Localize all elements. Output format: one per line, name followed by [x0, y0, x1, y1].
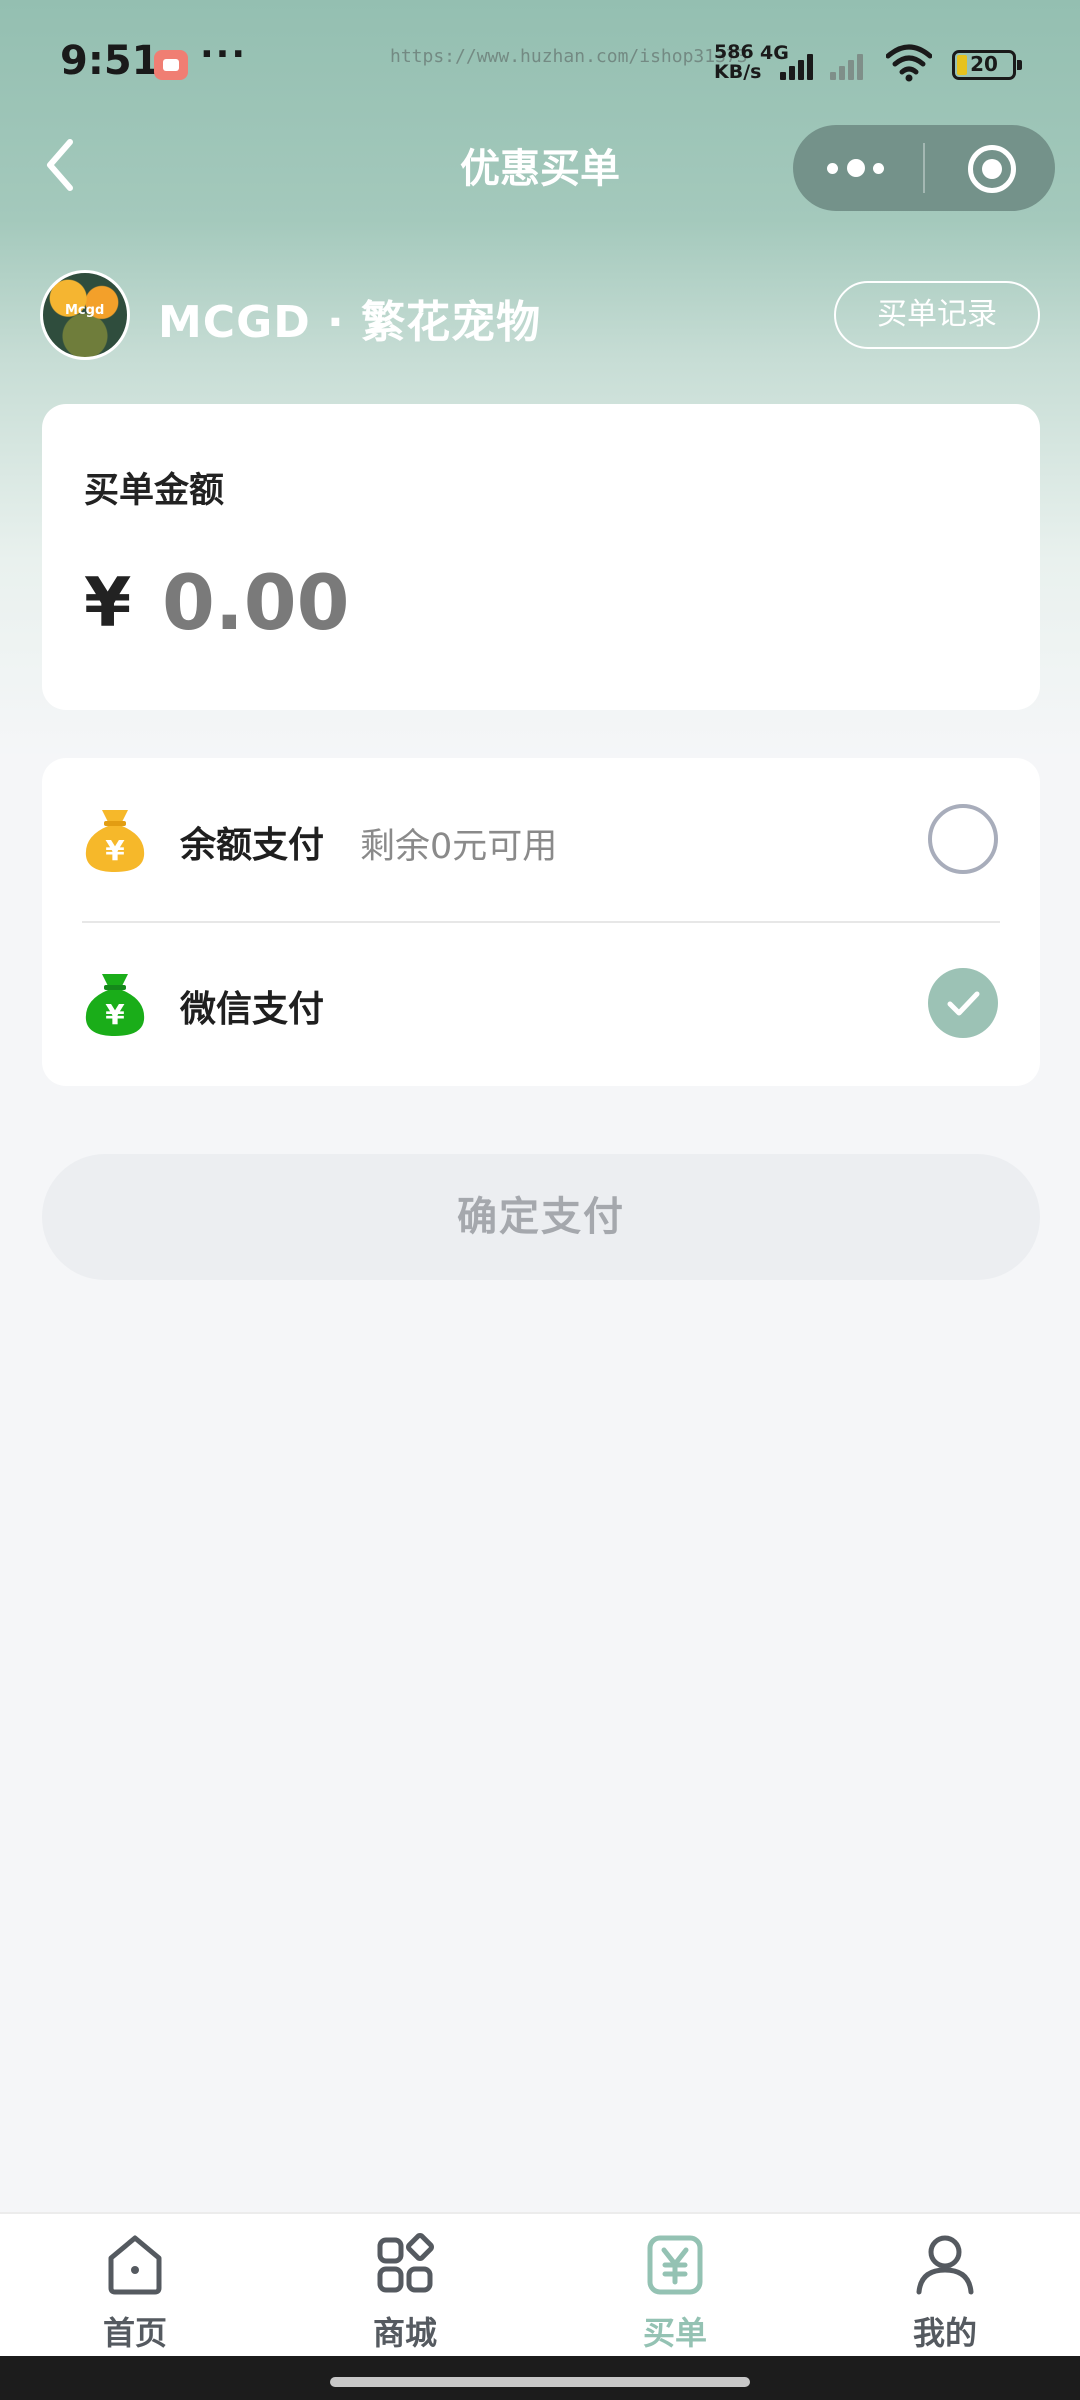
confirm-payment-button[interactable]: 确定支付: [42, 1154, 1040, 1280]
system-navigation-area: [0, 2356, 1080, 2400]
grid-icon: [377, 2233, 434, 2293]
amount-input[interactable]: 0.00: [162, 558, 350, 647]
tab-label: 商城: [372, 2314, 437, 2352]
status-more-dots: ···: [200, 34, 248, 75]
yen-receipt-icon: [647, 2235, 703, 2295]
net-speed-unit: KB/s: [714, 61, 762, 83]
currency-symbol: ¥: [84, 564, 132, 643]
user-icon: [916, 2235, 974, 2295]
status-bar: 9:51 ··· https://www.huzhan.com/ishop313…: [0, 0, 1080, 126]
payment-option-wechat[interactable]: ¥ 微信支付: [42, 922, 1040, 1086]
screen-record-icon: [154, 50, 188, 80]
payment-records-button[interactable]: 买单记录: [834, 281, 1040, 349]
bottom-tab-bar: 首页 商城 买单 我的: [0, 2212, 1080, 2356]
signal-2-icon: [826, 50, 876, 80]
tab-profile[interactable]: 我的: [810, 2214, 1080, 2358]
amount-card[interactable]: 买单金额 ¥ 0.00: [42, 404, 1040, 710]
avatar-logo-text: Mcgd: [65, 303, 105, 318]
svg-text:¥: ¥: [105, 998, 125, 1031]
home-gesture-bar[interactable]: [330, 2377, 750, 2387]
battery-level: 20: [970, 52, 998, 76]
tab-checkout[interactable]: 买单: [540, 2214, 810, 2358]
balance-radio-unchecked[interactable]: [928, 804, 998, 874]
wifi-icon: [886, 44, 932, 82]
green-money-bag-icon: ¥: [85, 974, 145, 1036]
net-speed: 586 KB/s: [714, 42, 761, 82]
store-avatar: Mcgd: [40, 270, 130, 360]
capsule-divider: [923, 143, 925, 193]
tab-label: 我的: [912, 2314, 977, 2352]
yellow-money-bag-icon: ¥: [85, 810, 145, 872]
home-icon: [108, 2235, 162, 2295]
battery-icon: 20: [952, 50, 1022, 80]
payment-method-card: ¥ 余额支付 剩余0元可用 ¥ 微信支付: [42, 758, 1040, 1086]
close-mini-program-button[interactable]: [968, 145, 1016, 193]
store-name: MCGD · 繁花宠物: [158, 297, 542, 348]
payment-option-balance[interactable]: ¥ 余额支付 剩余0元可用: [42, 758, 1040, 922]
amount-label: 买单金额: [84, 471, 225, 511]
tab-label: 首页: [102, 2314, 167, 2352]
signal-icon: [776, 50, 826, 80]
svg-text:¥: ¥: [105, 834, 125, 867]
payment-option-label: 微信支付: [180, 989, 325, 1030]
checkmark-icon: [947, 991, 980, 1016]
mini-program-capsule: [793, 125, 1055, 211]
wechat-radio-checked[interactable]: [928, 968, 998, 1038]
url-watermark: https://www.huzhan.com/ishop31373: [390, 46, 748, 67]
status-time: 9:51: [60, 38, 160, 84]
tab-home[interactable]: 首页: [0, 2214, 270, 2358]
balance-available-text: 剩余0元可用: [360, 827, 558, 867]
more-options-button[interactable]: [827, 125, 907, 211]
net-speed-value: 586: [714, 41, 754, 63]
tab-mall[interactable]: 商城: [270, 2214, 540, 2358]
payment-option-label: 余额支付: [180, 825, 325, 866]
tab-label: 买单: [642, 2314, 707, 2352]
